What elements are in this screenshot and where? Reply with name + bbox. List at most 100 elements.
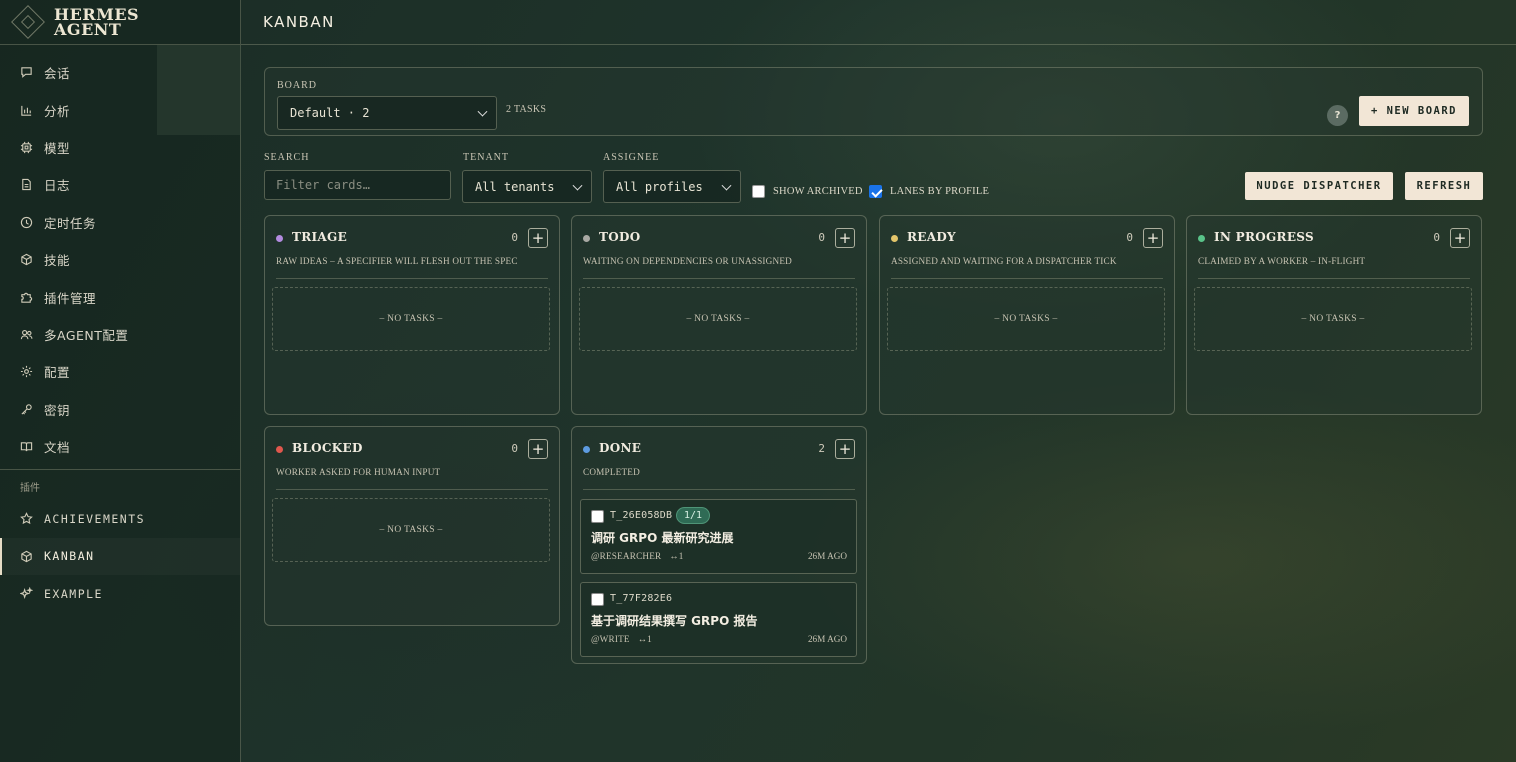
- task-id: T_77F282E6: [610, 593, 673, 604]
- plus-icon: +: [1146, 228, 1160, 247]
- task-card[interactable]: T_26E058DB 1/1 调研 GRPO 最新研究进展 @RESEARCHE…: [580, 499, 857, 574]
- status-dot: [891, 235, 898, 242]
- lane-count: 0: [511, 442, 518, 455]
- lanes-by-profile-toggle[interactable]: LANES BY PROFILE: [869, 185, 989, 198]
- lane-header: DONE 2 +: [583, 439, 855, 459]
- board-select-value: Default · 2: [290, 106, 370, 120]
- add-card-button[interactable]: +: [1143, 228, 1163, 248]
- task-age: 26M AGO: [807, 551, 847, 561]
- board-task-count: 2 TASKS: [506, 104, 547, 115]
- lane-count: 0: [1433, 231, 1440, 244]
- lanes-by-profile-checkbox[interactable]: [869, 185, 882, 198]
- plus-icon: +: [531, 228, 545, 247]
- add-card-button[interactable]: +: [835, 439, 855, 459]
- lane-description: CLAIMED BY A WORKER – IN-FLIGHT: [1198, 256, 1366, 266]
- sidebar-item-config[interactable]: 配置: [0, 353, 240, 390]
- sidebar-item-label: 定时任务: [44, 215, 97, 231]
- top-bar: KANBAN: [241, 0, 1516, 45]
- status-dot: [276, 235, 283, 242]
- lane-header: READY 0 +: [891, 228, 1163, 248]
- tenant-select[interactable]: All tenants: [462, 170, 592, 203]
- sidebar-item-label: ACHIEVEMENTS: [44, 511, 146, 526]
- status-dot: [583, 235, 590, 242]
- lane-description: ASSIGNED AND WAITING FOR A DISPATCHER TI…: [891, 256, 1117, 266]
- sidebar-item-scheduled-tasks[interactable]: 定时任务: [0, 204, 240, 241]
- lane-divider: [583, 489, 855, 490]
- task-title: 调研 GRPO 最新研究进展: [591, 531, 734, 545]
- lane-title: DONE: [599, 441, 642, 455]
- lane-title: TRIAGE: [292, 230, 348, 244]
- logo-icon: [11, 5, 45, 39]
- lane-ready: READY 0 + ASSIGNED AND WAITING FOR A DIS…: [879, 215, 1175, 415]
- lane-divider: [276, 489, 548, 490]
- lane-divider: [276, 278, 548, 279]
- empty-placeholder: – NO TASKS –: [887, 287, 1165, 351]
- lane-todo: TODO 0 + WAITING ON DEPENDENCIES OR UNAS…: [571, 215, 867, 415]
- add-card-button[interactable]: +: [835, 228, 855, 248]
- book-icon: [20, 440, 33, 453]
- task-select-checkbox[interactable]: [591, 510, 604, 523]
- sidebar-item-label: 模型: [44, 140, 71, 156]
- sidebar-item-logs[interactable]: 日志: [0, 166, 240, 203]
- sidebar-item-achievements[interactable]: ACHIEVEMENTS: [0, 500, 240, 537]
- lane-count: 0: [818, 231, 825, 244]
- task-card[interactable]: T_77F282E6 基于调研结果撰写 GRPO 报告 @WRITE ↔1 26M…: [580, 582, 857, 657]
- assignee-select-value: All profiles: [616, 179, 703, 194]
- sidebar-item-label: EXAMPLE: [44, 586, 103, 601]
- add-card-button[interactable]: +: [528, 228, 548, 248]
- nudge-dispatcher-button[interactable]: NUDGE DISPATCHER: [1245, 172, 1393, 200]
- search-label: SEARCH: [264, 152, 310, 163]
- sidebar-item-skills[interactable]: 技能: [0, 241, 240, 278]
- empty-placeholder: – NO TASKS –: [1194, 287, 1472, 351]
- document-icon: [20, 178, 33, 191]
- lane-triage: TRIAGE 0 + RAW IDEAS – A SPECIFIER WILL …: [264, 215, 560, 415]
- chat-icon: [20, 66, 33, 79]
- board-select[interactable]: Default · 2: [277, 96, 497, 130]
- lane-description: WAITING ON DEPENDENCIES OR UNASSIGNED: [583, 256, 793, 266]
- page-title: KANBAN: [263, 13, 335, 31]
- task-link-count: ↔1: [637, 634, 652, 644]
- logo[interactable]: HERMES AGENT: [0, 0, 241, 135]
- help-button[interactable]: ?: [1327, 105, 1348, 126]
- sidebar-item-kanban[interactable]: KANBAN: [0, 537, 240, 576]
- sidebar-item-label: 日志: [44, 178, 71, 194]
- sidebar-item-example[interactable]: EXAMPLE: [0, 575, 240, 612]
- lane-description: RAW IDEAS – A SPECIFIER WILL FLESH OUT T…: [276, 256, 518, 266]
- refresh-button[interactable]: REFRESH: [1405, 172, 1483, 200]
- lane-title: BLOCKED: [292, 441, 363, 455]
- sidebar-item-docs[interactable]: 文档: [0, 428, 240, 465]
- lane-title: IN PROGRESS: [1214, 230, 1314, 244]
- search-input[interactable]: Filter cards…: [264, 170, 451, 200]
- lane-count: 2: [818, 442, 825, 455]
- task-meta: @WRITE ↔1: [591, 634, 652, 644]
- plus-icon: +: [531, 439, 545, 458]
- lane-divider: [891, 278, 1163, 279]
- task-select-checkbox[interactable]: [591, 593, 604, 606]
- sidebar-item-label: 分析: [44, 103, 71, 119]
- sidebar-item-multi-agent[interactable]: 多AGENT配置: [0, 316, 240, 353]
- assignee-select[interactable]: All profiles: [603, 170, 741, 203]
- tenant-label: TENANT: [463, 152, 509, 163]
- sidebar-item-label: 配置: [44, 365, 71, 381]
- empty-placeholder: – NO TASKS –: [579, 287, 857, 351]
- add-card-button[interactable]: +: [528, 439, 548, 459]
- sidebar-item-label: 多AGENT配置: [44, 327, 129, 343]
- chevron-down-icon: [572, 180, 583, 191]
- sidebar-item-plugin-manager[interactable]: 插件管理: [0, 278, 240, 315]
- sidebar-item-label: 密钥: [44, 402, 71, 418]
- add-card-button[interactable]: +: [1450, 228, 1470, 248]
- lane-blocked: BLOCKED 0 + WORKER ASKED FOR HUMAN INPUT…: [264, 426, 560, 626]
- lane-divider: [1198, 278, 1470, 279]
- board-label: BOARD: [277, 80, 318, 91]
- lane-description: COMPLETED: [583, 467, 640, 477]
- sidebar-item-keys[interactable]: 密钥: [0, 391, 240, 428]
- puzzle-icon: [20, 291, 33, 304]
- show-archived-toggle[interactable]: SHOW ARCHIVED: [752, 185, 863, 198]
- show-archived-checkbox[interactable]: [752, 185, 765, 198]
- sidebar-item-label: 会话: [44, 66, 71, 82]
- status-dot: [583, 446, 590, 453]
- show-archived-label: SHOW ARCHIVED: [773, 186, 863, 197]
- lanes-by-profile-label: LANES BY PROFILE: [890, 186, 990, 197]
- new-board-button[interactable]: + NEW BOARD: [1359, 96, 1469, 126]
- task-title: 基于调研结果撰写 GRPO 报告: [591, 614, 758, 628]
